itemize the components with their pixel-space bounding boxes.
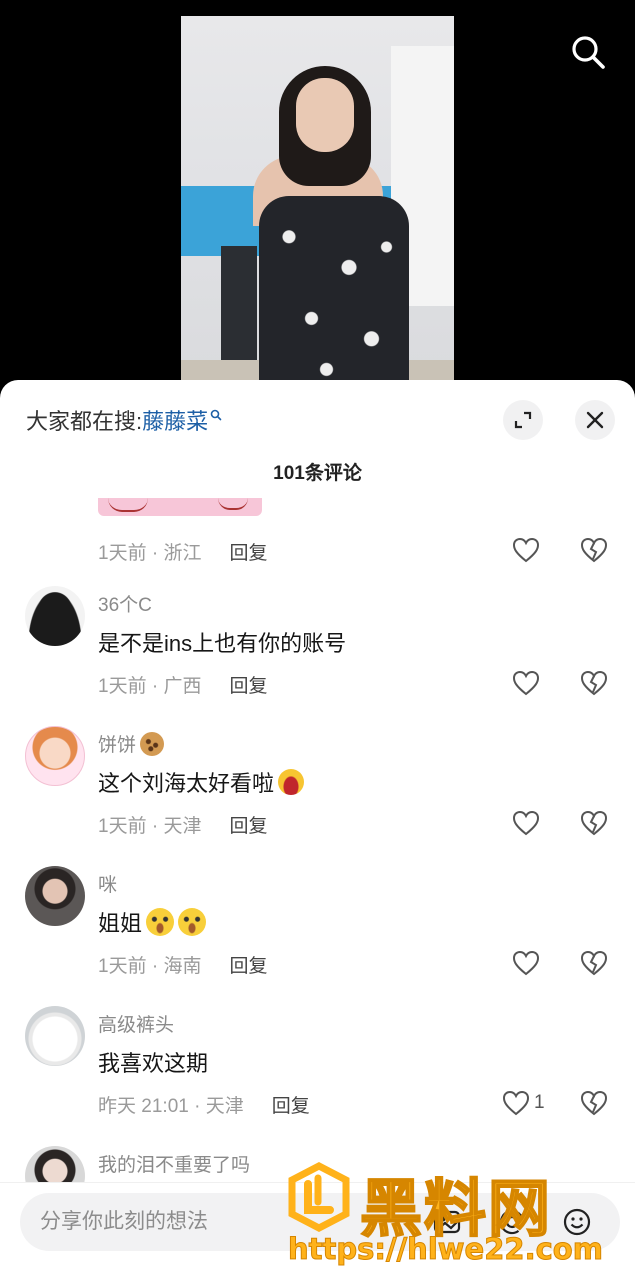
comment-item: 高级裤头 我喜欢这期 昨天 21:01 · 天津 回复 1 (0, 1006, 635, 1146)
trending-prefix: 大家都在搜: (26, 409, 143, 434)
heart-icon (512, 670, 540, 696)
shy-face-emoji-icon (146, 908, 175, 936)
comment-username[interactable]: 高级裤头 (98, 1010, 174, 1037)
dislike-button[interactable] (580, 806, 608, 840)
image-picker-button[interactable] (430, 1205, 464, 1239)
comment-input-bar (0, 1182, 635, 1280)
comment-text: 这个刘海太好看啦 (98, 766, 305, 798)
dislike-button[interactable] (580, 666, 608, 700)
comment-text: 姐姐 (98, 906, 207, 938)
comment-username[interactable]: 我的泪不重要了吗 (98, 1150, 250, 1177)
broken-heart-icon (580, 810, 608, 836)
trending-term-label: 藤藤菜 (142, 409, 209, 434)
dislike-button[interactable] (580, 1086, 608, 1120)
emoji-picker-button[interactable] (560, 1205, 594, 1239)
at-sign-icon (499, 1209, 525, 1235)
dislike-button[interactable] (580, 946, 608, 980)
reply-button[interactable]: 回复 (229, 671, 267, 698)
reply-button[interactable]: 回复 (229, 811, 267, 838)
heart-icon (512, 810, 540, 836)
reply-button[interactable]: 回复 (272, 1091, 310, 1118)
comment-meta: 1天前 · 浙江 回复 (98, 538, 267, 565)
video-area[interactable] (0, 0, 635, 400)
comment-time-location: 1天前 · 海南 (98, 956, 202, 977)
comment-username[interactable]: 饼饼 (98, 730, 165, 757)
laughing-emoji-icon (278, 769, 305, 795)
heart-icon (502, 1090, 530, 1116)
image-icon (433, 1210, 461, 1234)
avatar[interactable] (25, 1006, 85, 1066)
broken-heart-icon (580, 950, 608, 976)
comment-username[interactable]: 36个C (98, 590, 152, 617)
comment-text-content: 是不是ins上也有你的账号 (98, 631, 347, 656)
broken-heart-icon (580, 670, 608, 696)
mention-button[interactable] (495, 1205, 529, 1239)
heart-icon (512, 950, 540, 976)
reply-button[interactable]: 回复 (229, 538, 267, 565)
smiley-icon (563, 1208, 591, 1236)
comment-time-location: 1天前 · 天津 (98, 816, 202, 837)
avatar[interactable] (25, 866, 85, 926)
comment-time-location: 昨天 21:01 · 天津 (98, 1096, 244, 1117)
like-button[interactable]: 1 (502, 1086, 545, 1120)
close-button[interactable] (575, 400, 615, 440)
comment-meta: 1天前 · 广西 回复 (98, 671, 267, 698)
close-icon (586, 411, 604, 429)
comment-meta: 1天前 · 海南 回复 (98, 951, 267, 978)
comment-text-content: 这个刘海太好看啦 (98, 771, 275, 796)
comment-input[interactable] (20, 1193, 620, 1251)
video-subject-dress (259, 196, 409, 400)
comment-item: 1天前 · 浙江 回复 (0, 498, 635, 593)
comment-item: 36个C 是不是ins上也有你的账号 1天前 · 广西 回复 (0, 586, 635, 726)
comment-sheet-header: 大家都在搜: 藤藤菜 101条评论 (0, 380, 635, 484)
like-button[interactable] (512, 806, 540, 840)
broken-heart-icon (580, 1090, 608, 1116)
comment-meta: 1天前 · 天津 回复 (98, 811, 267, 838)
like-button[interactable] (512, 666, 540, 700)
expand-icon (514, 411, 532, 429)
comment-username[interactable]: 咪 (98, 870, 117, 897)
search-icon (572, 36, 605, 69)
reply-button[interactable]: 回复 (229, 951, 267, 978)
mini-search-icon (210, 409, 222, 421)
search-button[interactable] (566, 30, 610, 74)
comment-text-content: 姐姐 (98, 911, 143, 936)
heart-icon (512, 537, 540, 563)
cookie-emoji-icon (140, 731, 165, 756)
video-player[interactable] (181, 16, 454, 400)
trending-search: 大家都在搜: 藤藤菜 (26, 404, 222, 436)
like-count: 1 (534, 1092, 545, 1113)
avatar[interactable] (25, 726, 85, 786)
shy-face-emoji-icon (178, 908, 207, 936)
comment-item: 饼饼 这个刘海太好看啦 1天前 · 天津 回复 (0, 726, 635, 866)
comment-count-title: 101条评论 (273, 463, 362, 484)
broken-heart-icon (580, 537, 608, 563)
comment-username-text: 饼饼 (98, 735, 137, 756)
video-subject-face (296, 78, 354, 152)
comment-list[interactable]: 1天前 · 浙江 回复 36个C 是不是ins上也有你的账号 1天前 · 广西 … (0, 498, 635, 1188)
trending-term-link[interactable]: 藤藤菜 (142, 404, 222, 436)
comment-sheet: 大家都在搜: 藤藤菜 101条评论 1天前 · 浙江 回复 36个C 是不是in… (0, 380, 635, 1280)
comment-meta: 昨天 21:01 · 天津 回复 (98, 1091, 310, 1118)
comment-time-location: 1天前 · 浙江 (98, 543, 202, 564)
comment-text-content: 我喜欢这期 (98, 1051, 209, 1076)
like-button[interactable] (512, 533, 540, 567)
comment-text: 是不是ins上也有你的账号 (98, 626, 346, 658)
comment-time-location: 1天前 · 广西 (98, 676, 202, 697)
expand-button[interactable] (503, 400, 543, 440)
comment-text: 我喜欢这期 (98, 1046, 208, 1078)
comment-item: 咪 姐姐 1天前 · 海南 回复 (0, 866, 635, 1006)
avatar[interactable] (25, 586, 85, 646)
like-button[interactable] (512, 946, 540, 980)
dislike-button[interactable] (580, 533, 608, 567)
